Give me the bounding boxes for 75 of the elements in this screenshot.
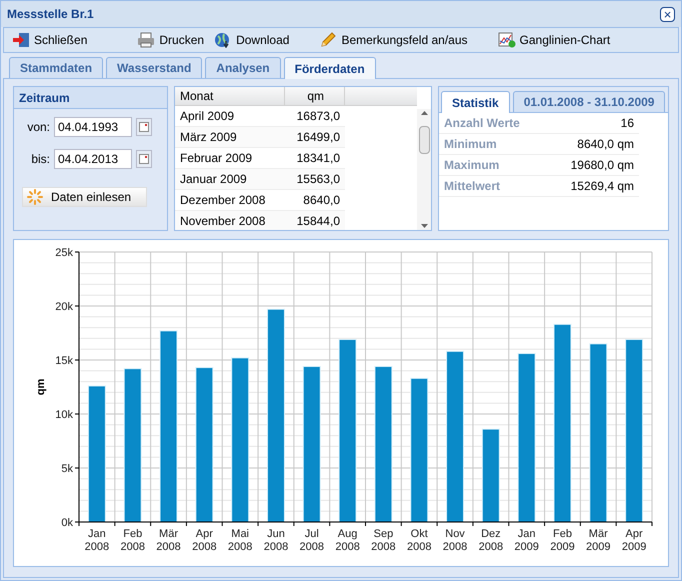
stat-label: Maximum — [444, 157, 500, 174]
toolbar-button[interactable]: Ganglinien-Chart — [496, 29, 612, 51]
calendar-icon[interactable] — [136, 150, 152, 168]
panel-title: Zeitraum — [19, 90, 70, 106]
category-label: Okt 2008 — [406, 528, 432, 553]
exit-icon — [12, 32, 30, 48]
category-label: Sep 2008 — [371, 528, 396, 553]
toolbar-button[interactable]: Schließen — [10, 29, 90, 51]
tab[interactable]: Statistik — [441, 91, 510, 113]
tick-label: 5k — [61, 463, 73, 475]
close-button[interactable]: × — [660, 6, 675, 22]
scroll-up-icon[interactable] — [420, 111, 428, 115]
field-label: von: — [26, 119, 50, 136]
table-cell-text: 8640,0 — [302, 192, 341, 209]
chart-icon — [498, 32, 516, 48]
tick-label: 25k — [55, 247, 73, 259]
table-cell-text: März 2009 — [179, 129, 238, 146]
field-label: bis: — [30, 151, 50, 168]
pencil-icon — [319, 32, 338, 48]
printer-icon — [137, 32, 156, 48]
column-header[interactable]: Monat — [175, 87, 285, 105]
tick-label: 10k — [55, 409, 73, 421]
table-cell-text: 15844,0 — [296, 213, 341, 230]
toolbar-button[interactable]: Download — [212, 29, 292, 51]
table-cell-text: 16499,0 — [296, 129, 341, 146]
table-cell-text: 18341,0 — [296, 150, 341, 167]
tick-label: 15k — [55, 355, 73, 367]
category-label: Jan 2008 — [84, 528, 110, 553]
tab[interactable]: Stammdaten — [9, 57, 104, 78]
spinner-icon — [27, 189, 43, 205]
category-label: Jun 2008 — [264, 528, 288, 553]
category-label: Dez 2008 — [478, 528, 504, 553]
stat-label: Minimum — [444, 136, 497, 153]
table-cell-text: April 2009 — [179, 108, 236, 125]
category-label: Feb 2009 — [550, 528, 575, 553]
stat-value: 16 — [620, 115, 634, 132]
scroll-thumb[interactable] — [418, 126, 430, 154]
table-cell-text: November 2008 — [179, 213, 266, 230]
load-data-button[interactable]: Daten einlesen — [22, 187, 147, 207]
category-label: Jul 2008 — [300, 528, 324, 553]
stat-label: Mittelwert — [444, 178, 500, 195]
table-cell-text: Dezember 2008 — [179, 192, 266, 209]
tab[interactable]: 01.01.2008 - 31.10.2009 — [512, 91, 666, 112]
tick-label: 0k — [61, 517, 73, 529]
stat-value: 15269,4 qm — [570, 178, 634, 195]
category-label: Feb 2008 — [120, 528, 145, 553]
tab[interactable]: Analysen — [205, 57, 281, 78]
date-field[interactable]: 04.04.2013 — [54, 149, 132, 169]
table-cell-text: Januar 2009 — [179, 171, 248, 188]
calendar-icon[interactable] — [136, 118, 152, 136]
axis-title: qm — [35, 378, 47, 396]
table-cell-text: Februar 2009 — [179, 150, 254, 167]
category-label: Jan 2009 — [514, 528, 539, 553]
stat-value: 8640,0 qm — [577, 136, 634, 153]
column-header[interactable]: qm — [285, 87, 345, 105]
category-label: Mär 2008 — [156, 528, 181, 553]
window-title: Messstelle Br.1 — [7, 6, 94, 23]
tick-label: 20k — [55, 301, 73, 313]
scrollbar[interactable] — [417, 109, 431, 230]
scroll-down-icon[interactable] — [420, 224, 428, 228]
category-label: Apr 2008 — [192, 528, 217, 553]
toolbar-button[interactable]: Drucken — [135, 29, 206, 51]
category-label: Mai 2008 — [228, 528, 252, 553]
table-cell-text: 16873,0 — [296, 108, 341, 125]
category-label: Mär 2009 — [586, 528, 611, 553]
date-field[interactable]: 04.04.1993 — [54, 117, 132, 137]
category-label: Nov 2008 — [442, 528, 468, 553]
tab[interactable]: Wasserstand — [106, 57, 202, 78]
stat-value: 19680,0 qm — [570, 157, 634, 174]
tab[interactable]: Förderdaten — [284, 57, 376, 79]
table-cell-text: 15563,0 — [296, 171, 341, 188]
stat-label: Anzahl Werte — [444, 115, 520, 132]
category-label: Aug 2008 — [335, 528, 360, 553]
toolbar-button[interactable]: Bemerkungsfeld an/aus — [317, 29, 470, 51]
category-label: Apr 2009 — [622, 528, 646, 553]
